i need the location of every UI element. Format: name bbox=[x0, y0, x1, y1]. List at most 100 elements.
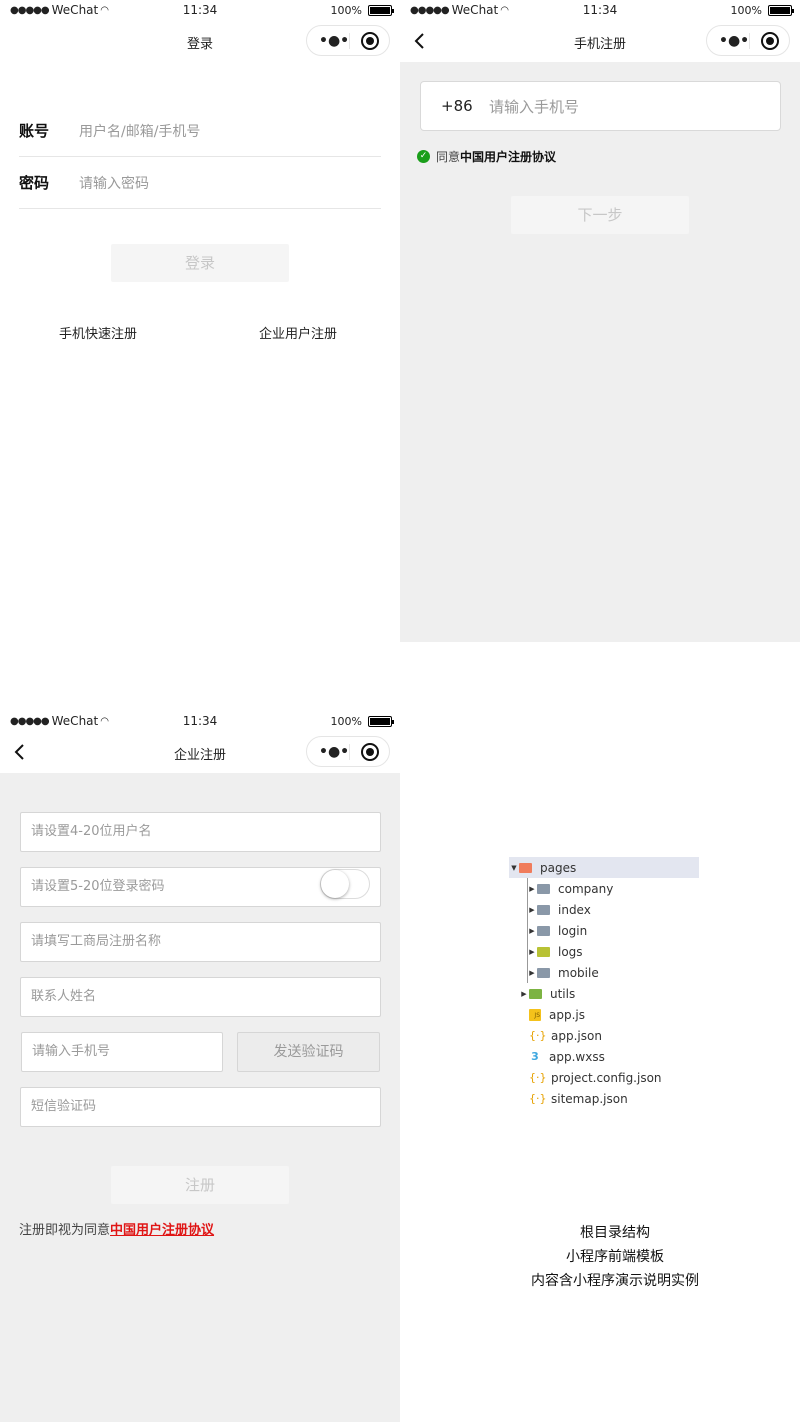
account-input[interactable]: 用户名/邮箱/手机号 bbox=[79, 121, 200, 141]
terms-row: 注册即视为同意中国用户注册协议 bbox=[19, 1219, 214, 1238]
tree-item-label: app.json bbox=[551, 1028, 602, 1043]
phone-input[interactable]: 请输入手机号 bbox=[21, 1032, 223, 1072]
more-icon[interactable]: •●• bbox=[319, 33, 349, 49]
folder-open-icon bbox=[519, 862, 532, 873]
miniprogram-capsule: •●• bbox=[706, 25, 790, 56]
project-structure-panel: ▼ pages ▶ company ▶ index ▶ login ▶ logs… bbox=[400, 711, 800, 1422]
account-row: 账号 用户名/邮箱/手机号 bbox=[19, 105, 381, 157]
login-screen: ●●●●● WeChat ◠ 11:34 100% 登录 •●• 账号 用户名/… bbox=[0, 0, 400, 711]
capsule-divider bbox=[749, 33, 750, 49]
caret-right-icon[interactable]: ▶ bbox=[527, 906, 537, 914]
caret-right-icon[interactable]: ▶ bbox=[527, 885, 537, 893]
battery-percent: 100% bbox=[330, 4, 362, 17]
nav-bar: 企业注册 •●• bbox=[0, 733, 400, 773]
json-file-icon: {·} bbox=[529, 1070, 547, 1084]
phone-input-group: +86 请输入手机号 bbox=[420, 81, 781, 131]
tree-item-pages[interactable]: ▼ pages bbox=[509, 857, 699, 878]
folder-icon bbox=[537, 967, 550, 978]
tree-item-label: project.config.json bbox=[551, 1070, 662, 1085]
sms-code-input[interactable]: 短信验证码 bbox=[20, 1087, 381, 1127]
caret-right-icon[interactable]: ▶ bbox=[527, 969, 537, 977]
register-button[interactable]: 注册 bbox=[111, 1166, 289, 1204]
close-miniprogram-icon[interactable] bbox=[361, 32, 379, 50]
tree-item-label: login bbox=[558, 923, 588, 938]
tree-item-logs[interactable]: ▶ logs bbox=[509, 941, 699, 962]
status-bar: ●●●●● WeChat ◠ 11:34 100% bbox=[400, 0, 800, 22]
caption-line-1: 根目录结构 bbox=[580, 1225, 650, 1241]
password-input[interactable]: 请设置5-20位登录密码 bbox=[31, 879, 165, 894]
username-input[interactable]: 请设置4-20位用户名 bbox=[20, 812, 381, 852]
battery-percent: 100% bbox=[330, 715, 362, 728]
tree-item-label: utils bbox=[550, 986, 576, 1001]
folder-icon bbox=[537, 946, 550, 957]
login-button[interactable]: 登录 bbox=[111, 244, 289, 282]
next-button[interactable]: 下一步 bbox=[511, 196, 689, 234]
nav-bar: 手机注册 •●• bbox=[400, 22, 800, 62]
tree-item-label: app.wxss bbox=[549, 1049, 605, 1064]
caret-right-icon[interactable]: ▶ bbox=[527, 948, 537, 956]
phone-register-link[interactable]: 手机快速注册 bbox=[59, 323, 137, 342]
folder-icon bbox=[537, 925, 550, 936]
phone-register-screen: ●●●●● WeChat ◠ 11:34 100% 手机注册 •●• +86 请… bbox=[400, 0, 800, 642]
nav-bar: 登录 •●• bbox=[0, 22, 400, 62]
tree-item-app-json[interactable]: {·} app.json bbox=[509, 1025, 699, 1046]
agree-prefix: 同意 bbox=[436, 150, 461, 164]
phone-input[interactable]: 请输入手机号 bbox=[489, 96, 579, 117]
close-miniprogram-icon[interactable] bbox=[761, 32, 779, 50]
enterprise-register-link[interactable]: 企业用户注册 bbox=[259, 323, 337, 342]
more-icon[interactable]: •●• bbox=[319, 744, 349, 760]
tree-item-utils[interactable]: ▶ utils bbox=[509, 983, 699, 1004]
country-code[interactable]: +86 bbox=[441, 97, 489, 115]
tree-item-project-config-json[interactable]: {·} project.config.json bbox=[509, 1067, 699, 1088]
tree-item-sitemap-json[interactable]: {·} sitemap.json bbox=[509, 1088, 699, 1109]
more-icon[interactable]: •●• bbox=[719, 33, 749, 49]
tree-item-mobile[interactable]: ▶ mobile bbox=[509, 962, 699, 983]
close-miniprogram-icon[interactable] bbox=[361, 743, 379, 761]
tree-item-index[interactable]: ▶ index bbox=[509, 899, 699, 920]
agreement-row: ✓ 同意 中国用户注册协议 bbox=[417, 148, 556, 165]
password-label: 密码 bbox=[19, 174, 50, 192]
checkmark-icon[interactable]: ✓ bbox=[417, 150, 430, 163]
caret-right-icon[interactable]: ▶ bbox=[519, 990, 529, 998]
tree-item-login[interactable]: ▶ login bbox=[509, 920, 699, 941]
tree-item-app-js[interactable]: JS app.js bbox=[509, 1004, 699, 1025]
tree-item-label: sitemap.json bbox=[551, 1091, 628, 1106]
password-input[interactable]: 请输入密码 bbox=[79, 173, 149, 193]
tree-item-app-wxss[interactable]: 3 app.wxss bbox=[509, 1046, 699, 1067]
password-field[interactable]: 请设置5-20位登录密码 bbox=[20, 867, 381, 907]
contact-name-input[interactable]: 联系人姓名 bbox=[20, 977, 381, 1017]
status-bar: ●●●●● WeChat ◠ 11:34 100% bbox=[0, 711, 400, 733]
battery-icon bbox=[768, 5, 794, 16]
caret-down-icon[interactable]: ▼ bbox=[509, 864, 519, 872]
terms-link[interactable]: 中国用户注册协议 bbox=[110, 1223, 214, 1238]
folder-icon bbox=[537, 883, 550, 894]
json-file-icon: {·} bbox=[529, 1028, 547, 1042]
folder-icon bbox=[537, 904, 550, 915]
json-file-icon: {·} bbox=[529, 1091, 547, 1105]
tree-item-label: app.js bbox=[549, 1007, 585, 1022]
tree-item-label: index bbox=[558, 902, 591, 917]
miniprogram-capsule: •●• bbox=[306, 25, 390, 56]
caret-right-icon[interactable]: ▶ bbox=[527, 927, 537, 935]
agreement-link[interactable]: 中国用户注册协议 bbox=[460, 148, 556, 165]
password-visibility-toggle[interactable] bbox=[320, 869, 370, 899]
company-name-input[interactable]: 请填写工商局注册名称 bbox=[20, 922, 381, 962]
caption-line-2: 小程序前端模板 bbox=[566, 1249, 664, 1265]
account-label: 账号 bbox=[19, 122, 50, 140]
caption-line-3: 内容含小程序演示说明实例 bbox=[531, 1273, 699, 1289]
miniprogram-capsule: •●• bbox=[306, 736, 390, 767]
tree-item-label: pages bbox=[540, 860, 577, 875]
enterprise-register-screen: ●●●●● WeChat ◠ 11:34 100% 企业注册 •●• 请设置4-… bbox=[0, 711, 400, 1422]
send-code-button[interactable]: 发送验证码 bbox=[237, 1032, 380, 1072]
file-tree: ▼ pages ▶ company ▶ index ▶ login ▶ logs… bbox=[509, 857, 699, 1109]
js-file-icon: JS bbox=[529, 1008, 541, 1021]
capsule-divider bbox=[349, 744, 350, 760]
folder-icon bbox=[529, 988, 542, 999]
terms-prefix: 注册即视为同意 bbox=[19, 1223, 111, 1238]
status-bar: ●●●●● WeChat ◠ 11:34 100% bbox=[0, 0, 400, 22]
caption: 根目录结构 小程序前端模板 内容含小程序演示说明实例 bbox=[510, 1221, 720, 1293]
tree-item-label: logs bbox=[558, 944, 583, 959]
battery-icon bbox=[368, 716, 394, 727]
tree-item-company[interactable]: ▶ company bbox=[509, 878, 699, 899]
capsule-divider bbox=[349, 33, 350, 49]
